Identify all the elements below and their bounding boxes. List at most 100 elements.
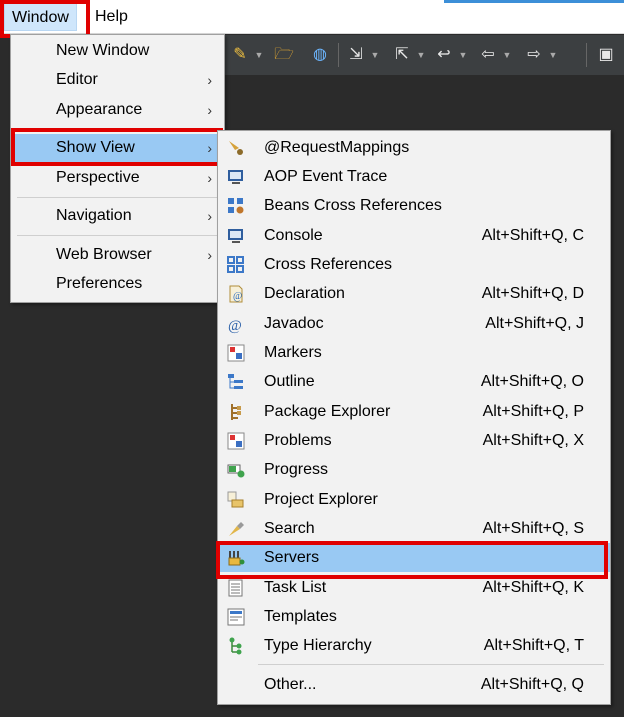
menu-item-navigation[interactable]: Navigation › [11,202,224,230]
menu-item-web-browser[interactable]: Web Browser › [11,241,224,269]
chevron-down-icon[interactable]: ▼ [458,45,468,65]
menu-item-label: Navigation [56,207,132,224]
view-item-javadoc[interactable]: @ Javadoc Alt+Shift+Q, J [218,309,610,338]
menu-item-label: Web Browser [56,246,152,263]
svg-text:@: @ [228,318,242,334]
main-toolbar: ✎ ▼ 🗁 ◍ ⇲ ▼ ⇱ ▼ ↩ ▼ ⇦ ▼ ⇨ ▼ ▣ [222,35,624,75]
outline-icon [228,374,243,389]
menu-item-label: Perspective [56,169,140,186]
view-item-label: Beans Cross References [264,197,442,214]
view-item-label: Type Hierarchy [264,637,372,654]
folder-open-icon[interactable]: 🗁 [274,45,294,65]
javadoc-icon: @ [228,318,242,334]
markers-icon [227,344,245,362]
view-item-declaration[interactable]: @ Declaration Alt+Shift+Q, D [218,279,610,308]
menu-item-label: Preferences [56,275,143,292]
shortcut-label: Alt+Shift+Q, K [482,579,584,596]
task-list-icon [228,579,243,597]
servers-icon [228,551,245,566]
view-item-console[interactable]: Console Alt+Shift+Q, C [218,221,610,250]
menu-item-label: Show View [56,139,135,156]
view-item-type-hierarchy[interactable]: Type Hierarchy Alt+Shift+Q, T [218,631,610,660]
show-view-submenu: @RequestMappings AOP Event Trace Beans C… [217,130,611,705]
view-item-label: Progress [264,461,329,478]
menu-window[interactable]: Window [4,3,77,31]
menu-separator [258,664,604,665]
menu-item-editor[interactable]: Editor › [11,66,224,94]
view-item-package-explorer[interactable]: Package Explorer Alt+Shift+Q, P [218,397,610,426]
menu-item-appearance[interactable]: Appearance › [11,96,224,124]
view-item-label: Cross References [264,256,393,273]
shortcut-label: Alt+Shift+Q, O [480,373,584,390]
view-item-markers[interactable]: Markers [218,338,610,367]
view-item-cross-references[interactable]: Cross References [218,250,610,279]
view-item-aop-event-trace[interactable]: AOP Event Trace [218,162,610,191]
menu-item-label: Appearance [56,101,143,118]
back-history-icon[interactable]: ↩ [434,45,454,65]
view-item-label: Markers [264,344,322,361]
shortcut-label: Alt+Shift+Q, T [483,637,584,654]
menu-separator [17,197,218,198]
chevron-down-icon[interactable]: ▼ [548,45,558,65]
package-explorer-icon [231,404,241,420]
aop-trace-icon [228,170,243,184]
view-item-label: Other... [264,676,317,693]
svg-text:@: @ [233,291,242,302]
chevron-down-icon[interactable]: ▼ [254,45,264,65]
menu-item-preferences[interactable]: Preferences [11,270,224,298]
console-icon [228,229,243,243]
progress-icon [227,464,245,478]
view-item-search[interactable]: Search Alt+Shift+Q, S [218,514,610,543]
view-item-templates[interactable]: Templates [218,602,610,631]
chevron-right-icon: › [207,208,212,224]
menu-item-label: New Window [56,42,150,59]
request-mappings-icon [229,141,243,155]
view-item-project-explorer[interactable]: Project Explorer [218,485,610,514]
menu-item-label: Editor [56,71,98,88]
menu-item-new-window[interactable]: New Window [11,37,224,65]
menu-bar: Window Help [0,0,624,34]
view-item-label: Console [264,227,323,244]
templates-icon [227,608,245,626]
import-icon[interactable]: ⇱ [392,45,412,65]
title-accent-line [444,0,624,3]
view-item-label: @RequestMappings [264,139,410,156]
chevron-right-icon: › [207,247,212,263]
search-icon [229,522,244,536]
declaration-icon: @ [229,285,243,303]
view-item-progress[interactable]: Progress [218,455,610,484]
chevron-right-icon: › [207,170,212,186]
chevron-right-icon: › [207,72,212,88]
menu-item-perspective[interactable]: Perspective › [11,164,224,192]
back-icon[interactable]: ⇦ [478,45,498,65]
view-item-label: Task List [264,579,327,596]
view-item-request-mappings[interactable]: @RequestMappings [218,133,610,162]
view-item-servers[interactable]: Servers [218,543,610,572]
maximize-icon[interactable]: ▣ [596,45,616,65]
view-item-label: Package Explorer [264,403,391,420]
project-explorer-icon [227,491,244,508]
chevron-down-icon[interactable]: ▼ [502,45,512,65]
menu-help[interactable]: Help [88,3,135,31]
view-item-beans-cross-references[interactable]: Beans Cross References [218,191,610,220]
chevron-right-icon: › [207,102,212,118]
problems-icon [227,432,245,450]
chevron-down-icon[interactable]: ▼ [370,45,380,65]
view-item-other[interactable]: Other... Alt+Shift+Q, Q [218,670,610,699]
view-item-label: Project Explorer [264,491,378,508]
view-item-outline[interactable]: Outline Alt+Shift+Q, O [218,367,610,396]
view-item-label: Declaration [264,285,345,302]
shortcut-label: Alt+Shift+Q, J [485,315,584,332]
globe-icon[interactable]: ◍ [310,45,330,65]
view-item-label: Problems [264,432,332,449]
menu-item-show-view[interactable]: Show View › [11,134,224,162]
view-item-problems[interactable]: Problems Alt+Shift+Q, X [218,426,610,455]
forward-icon[interactable]: ⇨ [524,45,544,65]
chevron-down-icon[interactable]: ▼ [416,45,426,65]
export-icon[interactable]: ⇲ [346,45,366,65]
chevron-right-icon: › [207,140,212,156]
view-item-task-list[interactable]: Task List Alt+Shift+Q, K [218,573,610,602]
toolbar-separator [338,43,339,67]
pencil-icon[interactable]: ✎ [230,45,250,65]
beans-xref-icon [228,198,244,214]
